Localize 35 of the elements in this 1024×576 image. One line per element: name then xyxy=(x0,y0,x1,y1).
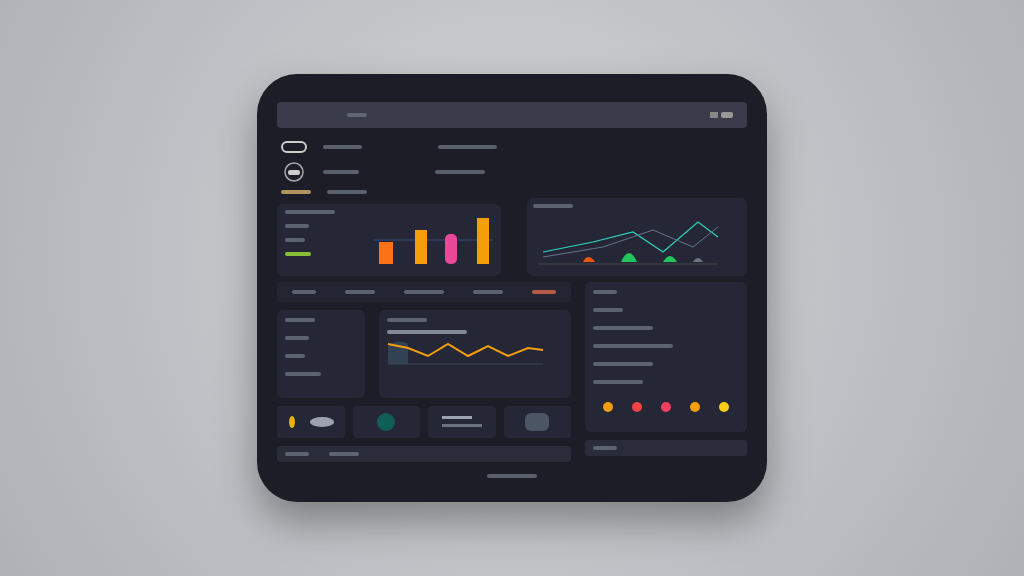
avatar-icon xyxy=(281,162,307,182)
list-icon xyxy=(441,414,482,430)
blurred-label xyxy=(285,336,309,340)
blurred-label xyxy=(593,446,617,450)
blurred-label xyxy=(593,308,623,312)
blurred-label xyxy=(285,252,311,256)
blurred-label xyxy=(285,372,321,376)
blurred-label xyxy=(473,290,504,294)
status-icon xyxy=(709,110,735,120)
blurred-label xyxy=(327,190,367,194)
blurred-label xyxy=(285,210,335,214)
blurred-label xyxy=(281,190,311,194)
blurred-label xyxy=(532,290,557,294)
blurred-label xyxy=(344,290,375,294)
blurred-label xyxy=(593,362,653,366)
blurred-label xyxy=(329,452,359,456)
blurred-label xyxy=(593,326,653,330)
blurred-label xyxy=(322,145,362,149)
blurred-label xyxy=(285,238,305,242)
blurred-label xyxy=(285,318,315,322)
blurred-label xyxy=(347,113,367,117)
blurred-label xyxy=(285,354,305,358)
blurred-label xyxy=(437,145,497,149)
blurred-label xyxy=(487,474,537,478)
blurred-label xyxy=(435,170,485,174)
blurred-label xyxy=(291,290,316,294)
badge-icon xyxy=(376,412,397,432)
blurred-label xyxy=(285,224,309,228)
blurred-label xyxy=(593,380,643,384)
blurred-label xyxy=(593,290,617,294)
blurred-label xyxy=(403,290,444,294)
blurred-label xyxy=(285,452,309,456)
blurred-label xyxy=(323,170,359,174)
blurred-label xyxy=(533,204,573,208)
blurred-label xyxy=(387,318,427,322)
